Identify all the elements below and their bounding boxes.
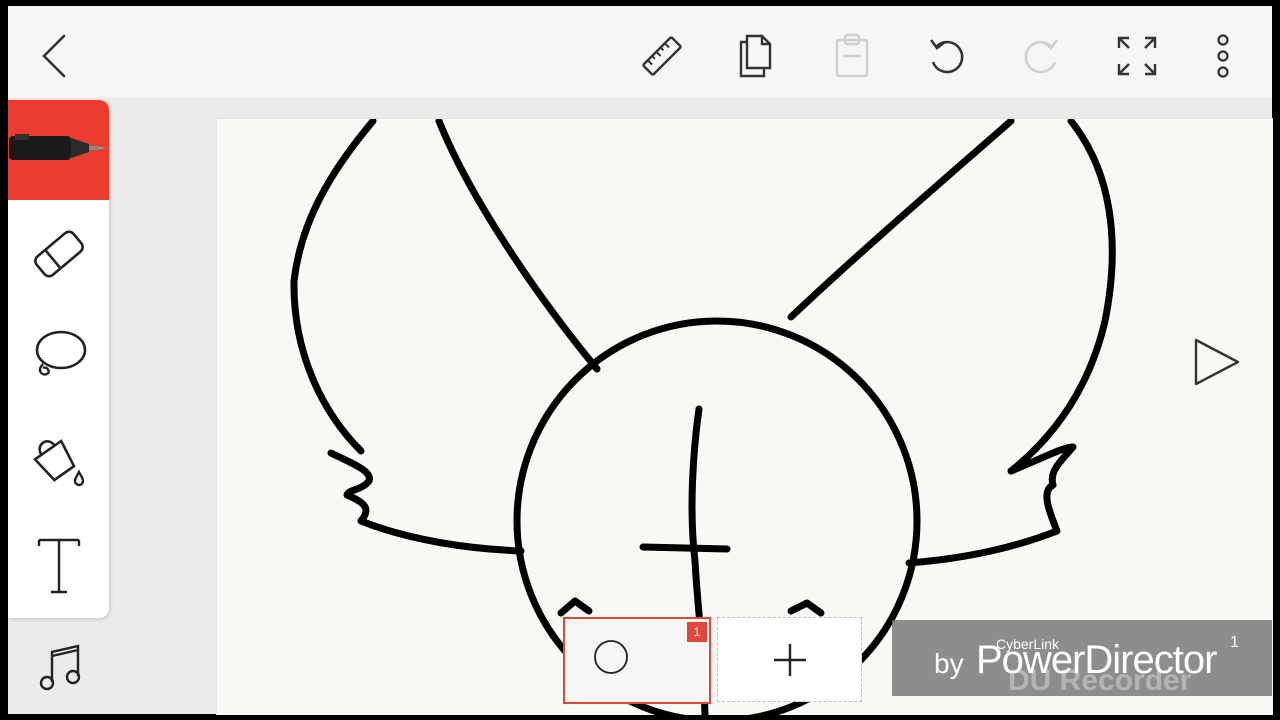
- text-tool[interactable]: [8, 514, 109, 614]
- undo-button[interactable]: [919, 28, 975, 84]
- lasso-tool[interactable]: [8, 306, 109, 406]
- watermark-recorder: DU Recorder: [1008, 664, 1192, 697]
- top-toolbar: [8, 6, 1272, 98]
- ruler-icon: [642, 36, 682, 76]
- more-vertical-icon: [1217, 34, 1229, 78]
- undo-icon: [929, 39, 964, 74]
- pen-icon: [8, 134, 107, 160]
- lasso-icon: [35, 330, 86, 376]
- right-letterbox: [1272, 0, 1280, 720]
- fullscreen-button[interactable]: [1109, 28, 1165, 84]
- frame-number-badge: 1: [687, 622, 707, 642]
- audio-button[interactable]: [36, 640, 86, 694]
- plus-icon: [773, 643, 806, 676]
- fill-tool[interactable]: [8, 410, 109, 510]
- chevron-left-icon: [42, 34, 66, 78]
- pen-tool[interactable]: [8, 100, 109, 200]
- copy-pages-icon: [739, 34, 772, 78]
- copy-button[interactable]: [729, 28, 785, 84]
- eraser-icon: [33, 230, 84, 278]
- add-frame-button[interactable]: [717, 617, 862, 702]
- music-note-icon: [39, 644, 81, 691]
- play-button[interactable]: [1188, 334, 1244, 390]
- left-letterbox: [0, 0, 8, 720]
- video-watermark: CyberLink by PowerDirector DU Recorder 1: [892, 620, 1272, 697]
- tool-panel: [8, 100, 109, 618]
- eraser-tool[interactable]: [8, 204, 109, 304]
- more-options-button[interactable]: [1195, 28, 1251, 84]
- frame-thumbnail[interactable]: 1: [563, 617, 711, 704]
- back-button[interactable]: [28, 28, 84, 84]
- play-icon: [1194, 338, 1240, 386]
- paste-button[interactable]: [824, 28, 880, 84]
- clipboard-icon: [835, 33, 869, 78]
- onion-skin-circle-icon: [594, 640, 628, 674]
- text-tool-icon: [37, 538, 80, 594]
- watermark-by: by: [934, 648, 964, 679]
- redo-button[interactable]: [1013, 28, 1069, 84]
- ruler-button[interactable]: [634, 28, 690, 84]
- paint-bucket-icon: [32, 439, 84, 487]
- expand-icon: [1117, 36, 1157, 76]
- redo-icon: [1024, 39, 1059, 74]
- watermark-corner: 1: [1230, 634, 1239, 651]
